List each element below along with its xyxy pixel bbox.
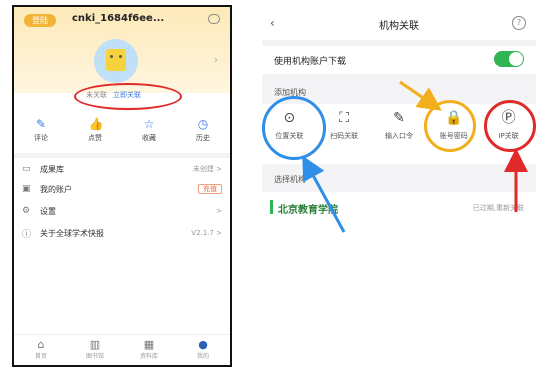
blue-arrow xyxy=(302,155,346,233)
orange-arrow xyxy=(399,80,442,111)
annotation-arrows xyxy=(302,80,528,233)
